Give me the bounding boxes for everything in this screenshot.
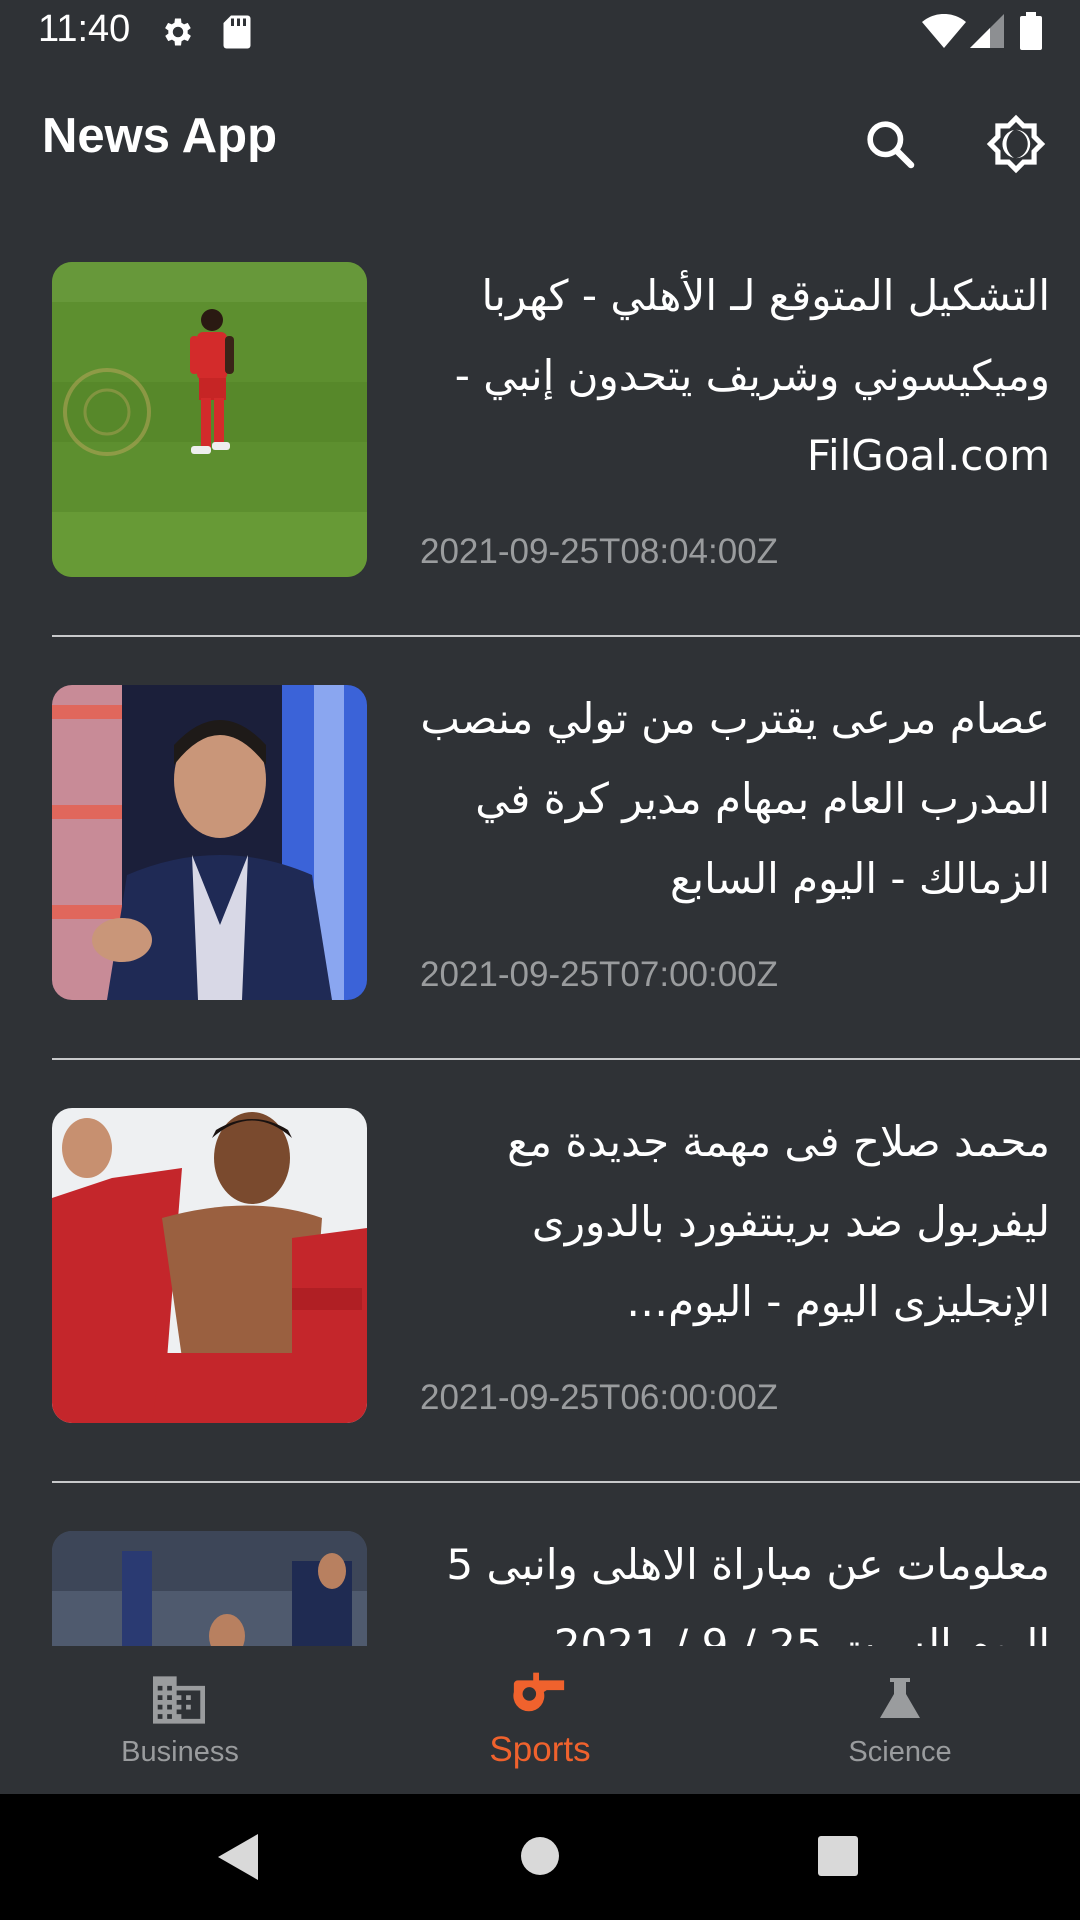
app-title: News App — [42, 109, 278, 163]
article-card[interactable]: معلومات عن مباراة الاهلى وانبى 5 اليوم ا… — [0, 1483, 1080, 1646]
status-bar: 11:40 — [0, 0, 1080, 64]
article-headline: عصام مرعى يقترب من تولي منصب المدرب العا… — [420, 694, 1050, 903]
theme-toggle-button[interactable] — [976, 104, 1056, 184]
article-thumbnail — [52, 685, 367, 1000]
bottom-navigation: Business Sports Science — [0, 1646, 1080, 1794]
recents-icon[interactable] — [818, 1836, 858, 1876]
article-thumbnail — [52, 1531, 367, 1646]
article-headline: معلومات عن مباراة الاهلى وانبى 5 اليوم ا… — [446, 1540, 1050, 1646]
home-icon[interactable] — [520, 1836, 560, 1876]
article-date: 2021-09-25T07:00:00Z — [420, 955, 779, 994]
nav-item-sports[interactable]: Sports — [360, 1646, 720, 1794]
nav-label: Business — [121, 1736, 239, 1768]
sd-card-icon — [222, 14, 252, 54]
nav-label: Science — [848, 1736, 952, 1768]
building-icon — [153, 1676, 205, 1724]
app-bar: News App — [0, 64, 1080, 214]
nav-item-science[interactable]: Science — [720, 1646, 1080, 1794]
nav-item-business[interactable]: Business — [0, 1646, 360, 1794]
brightness-theme-icon — [986, 114, 1046, 174]
flask-icon — [880, 1678, 920, 1718]
search-icon — [867, 121, 915, 169]
battery-icon — [1020, 12, 1042, 54]
wifi-icon — [922, 13, 966, 52]
back-icon[interactable] — [218, 1834, 262, 1880]
cell-signal-icon — [970, 14, 1004, 52]
whistle-icon — [513, 1672, 565, 1712]
article-thumbnail — [52, 1108, 367, 1423]
status-time: 11:40 — [38, 8, 131, 50]
settings-gear-icon — [160, 14, 196, 54]
article-card[interactable]: محمد صلاح فى مهمة جديدة مع ليفربول ضد بر… — [0, 1060, 1080, 1483]
article-card[interactable]: التشكيل المتوقع لـ الأهلي - كهربا وميكيس… — [0, 214, 1080, 637]
article-thumbnail — [52, 262, 367, 577]
search-button[interactable] — [850, 104, 930, 184]
system-nav-bar — [0, 1794, 1080, 1920]
article-list[interactable]: التشكيل المتوقع لـ الأهلي - كهربا وميكيس… — [0, 214, 1080, 1646]
article-headline: محمد صلاح فى مهمة جديدة مع ليفربول ضد بر… — [507, 1117, 1050, 1326]
article-date: 2021-09-25T06:00:00Z — [420, 1378, 779, 1417]
article-date: 2021-09-25T08:04:00Z — [420, 532, 779, 571]
article-headline: التشكيل المتوقع لـ الأهلي - كهربا وميكيس… — [454, 271, 1050, 480]
article-card[interactable]: عصام مرعى يقترب من تولي منصب المدرب العا… — [0, 637, 1080, 1060]
nav-label: Sports — [489, 1730, 591, 1769]
